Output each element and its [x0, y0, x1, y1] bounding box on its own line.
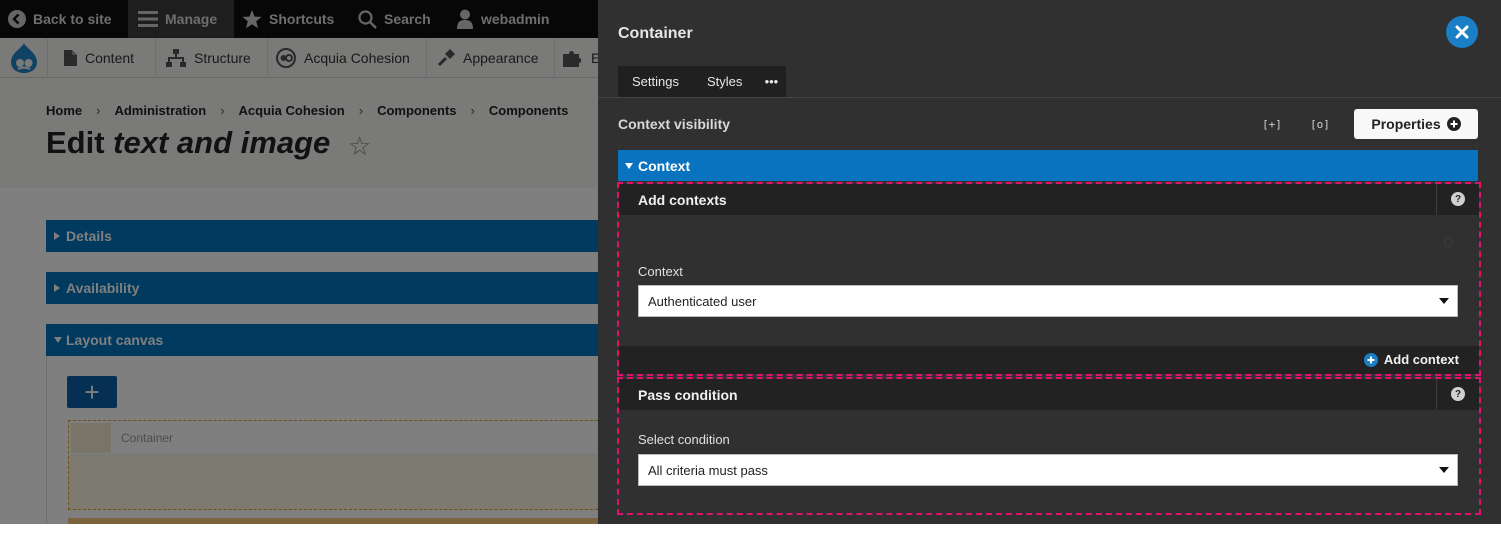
close-button[interactable]: [1446, 16, 1478, 48]
select-condition-label: Select condition: [638, 432, 730, 447]
more-tabs-icon[interactable]: •••: [756, 66, 786, 97]
context-accordion[interactable]: Context: [618, 150, 1478, 181]
context-visibility-label: Context visibility: [618, 116, 731, 132]
condition-select-value: All criteria must pass: [648, 462, 768, 478]
header-divider: [1436, 184, 1437, 215]
add-contexts-title: Add contexts: [638, 192, 727, 208]
triangle-down-icon: [625, 150, 633, 181]
dropdown-arrow-icon: [1439, 467, 1449, 473]
add-contexts-section: Add contexts ? Context Authenticated use…: [617, 182, 1481, 376]
add-context-button[interactable]: Add context: [1363, 352, 1459, 367]
header-divider: [1436, 379, 1437, 410]
properties-button[interactable]: Properties: [1354, 109, 1478, 139]
search-field-icon[interactable]: [o]: [1308, 114, 1332, 134]
close-icon: [1455, 25, 1469, 39]
panel-title: Container: [618, 25, 693, 42]
context-field-label: Context: [638, 264, 683, 279]
context-accordion-label: Context: [638, 157, 691, 174]
dropdown-arrow-icon: [1439, 298, 1449, 304]
tab-settings[interactable]: Settings: [618, 66, 693, 97]
plus-circle-icon: [1446, 117, 1461, 131]
properties-button-label: Properties: [1371, 116, 1441, 132]
settings-panel: Container Settings Styles ••• Context vi…: [598, 0, 1501, 524]
pass-condition-section: Pass condition ? Select condition All cr…: [617, 377, 1481, 515]
pass-condition-header: Pass condition ?: [619, 379, 1479, 410]
add-context-label: Add context: [1383, 352, 1459, 367]
help-icon[interactable]: ?: [1451, 387, 1465, 401]
tabs-divider: [598, 97, 1501, 98]
pass-condition-title: Pass condition: [638, 387, 738, 403]
expand-all-icon[interactable]: [+]: [1260, 114, 1284, 134]
condition-select[interactable]: All criteria must pass: [638, 454, 1458, 486]
context-select[interactable]: Authenticated user: [638, 285, 1458, 317]
remove-item-icon[interactable]: [1444, 238, 1453, 247]
add-context-bar: Add context: [619, 346, 1479, 374]
plus-circle-icon: [1363, 352, 1378, 367]
help-icon[interactable]: ?: [1451, 192, 1465, 206]
tab-styles[interactable]: Styles: [693, 66, 756, 97]
add-contexts-header: Add contexts ?: [619, 184, 1479, 215]
panel-tabs: Settings Styles •••: [618, 66, 787, 97]
context-select-value: Authenticated user: [648, 293, 757, 309]
